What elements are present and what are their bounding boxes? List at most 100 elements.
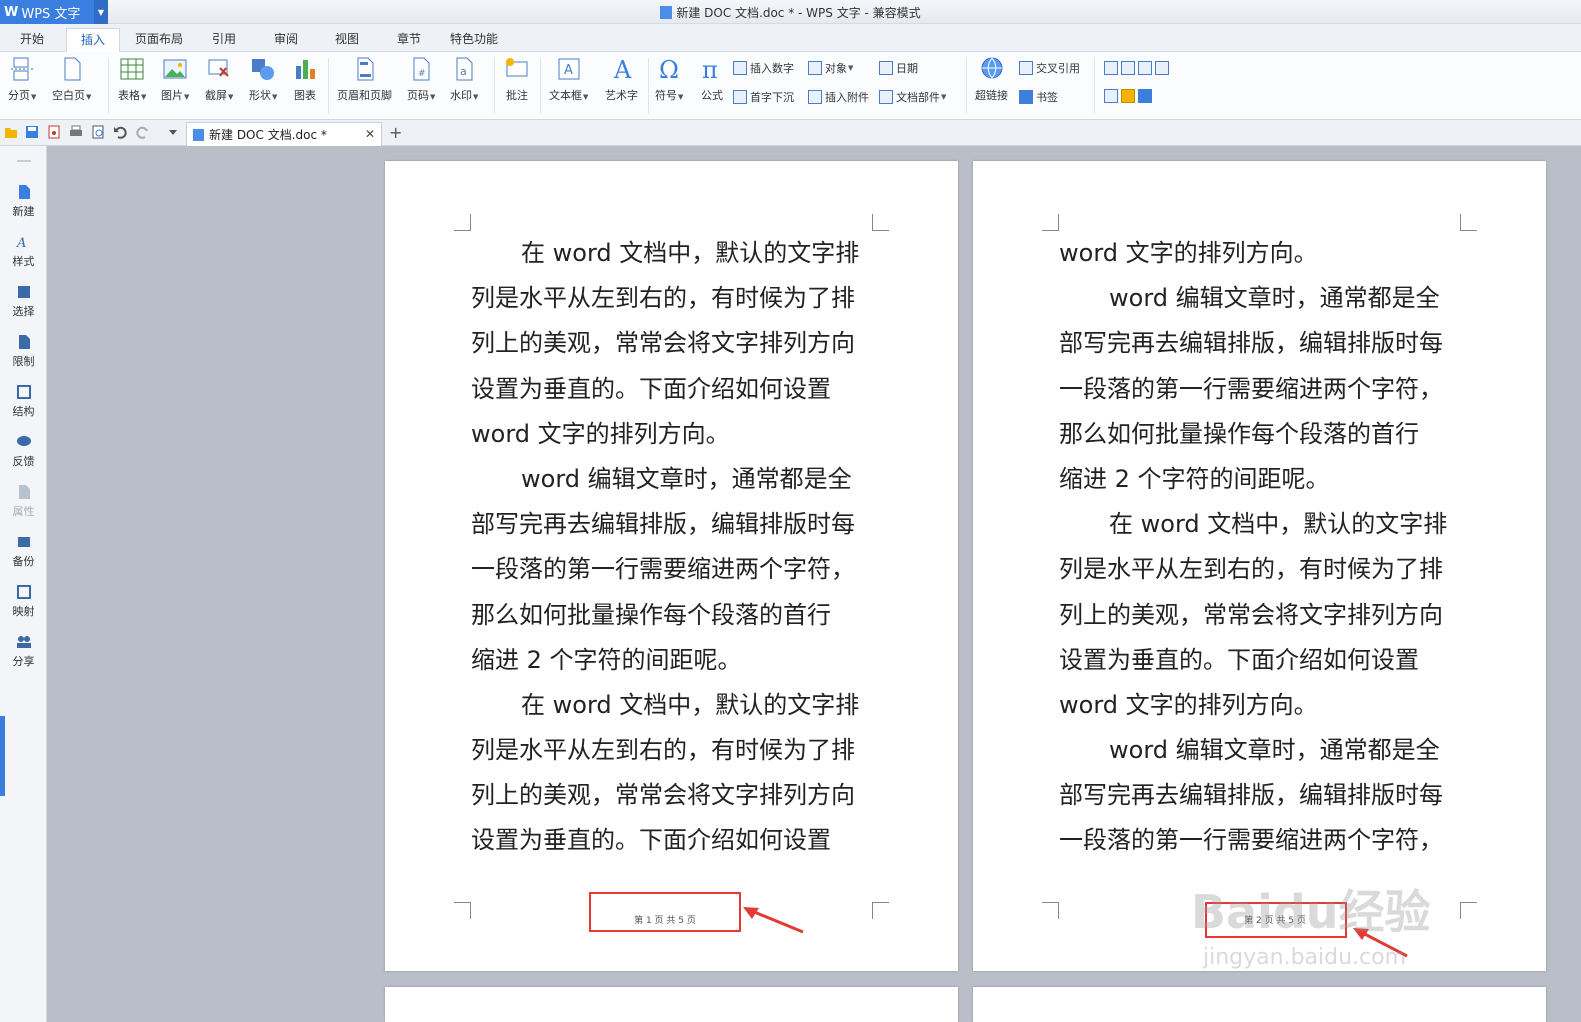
ribbon-separator — [966, 58, 967, 114]
page-number-button[interactable]: # 页码▼ — [407, 56, 435, 103]
form-dropdown-icon[interactable] — [1138, 61, 1152, 75]
text-line: word 编辑文章时，通常都是全 — [1109, 284, 1440, 313]
comment-button[interactable]: 批注 — [504, 56, 530, 103]
tab-review[interactable]: 审阅 — [274, 30, 298, 47]
form-frame-icon[interactable] — [1104, 89, 1118, 103]
page-number-label: 页码 — [407, 89, 429, 102]
cross-ref-button[interactable]: 交叉引用 — [1019, 60, 1080, 76]
annotation-highlight-box — [589, 892, 741, 932]
text-line: 那么如何批量操作每个段落的首行 — [471, 600, 831, 629]
sidebar-item-select[interactable]: 选择 — [0, 284, 47, 319]
wordart-button[interactable]: A 艺术字 — [605, 56, 638, 103]
sidebar-item-properties[interactable]: 属性 — [0, 484, 47, 519]
cross-ref-icon — [1019, 61, 1033, 75]
document-page-4[interactable] — [973, 987, 1546, 1022]
print-preview-icon[interactable] — [91, 125, 105, 139]
text-line: 那么如何批量操作每个段落的首行 — [1059, 419, 1419, 448]
app-menu-dropdown-icon[interactable]: ▼ — [94, 0, 108, 24]
sidebar-item-backup[interactable]: 备份 — [0, 534, 47, 569]
tab-start[interactable]: 开始 — [20, 30, 44, 47]
sidebar-item-label: 备份 — [12, 555, 35, 568]
app-menu-button[interactable]: W WPS 文字 ▼ — [0, 0, 108, 24]
document-page-3[interactable] — [385, 987, 958, 1022]
sidebar-item-style[interactable]: A 样式 — [0, 234, 47, 269]
formula-button[interactable]: π 公式 — [699, 56, 725, 103]
export-pdf-icon[interactable] — [47, 125, 61, 139]
form-field-icon[interactable] — [1155, 61, 1169, 75]
margin-mark — [454, 902, 471, 919]
customize-toolbar-icon[interactable] — [166, 125, 180, 139]
ribbon-tabs: 开始 插入 页面布局 引用 审阅 视图 章节 特色功能 — [0, 24, 1581, 54]
omega-icon: Ω — [656, 56, 682, 84]
drop-cap-button[interactable]: 首字下沉 — [733, 89, 794, 105]
sidebar-item-map[interactable]: 映射 — [0, 584, 47, 619]
text-line: word 文字的排列方向。 — [1059, 239, 1318, 267]
form-checkbox-icon[interactable] — [1121, 61, 1135, 75]
tab-special-features[interactable]: 特色功能 — [450, 30, 498, 47]
table-icon — [119, 56, 145, 82]
left-sidebar: 新建 A 样式 选择 限制 结构 反馈 属性 备份 映射 分享 — [0, 146, 47, 1022]
sidebar-item-share[interactable]: 分享 — [0, 634, 47, 669]
wordart-label: 艺术字 — [605, 89, 638, 102]
picture-button[interactable]: 图片▼ — [161, 56, 189, 103]
save-icon[interactable] — [25, 125, 39, 139]
doc-parts-button[interactable]: 文档部件 ▼ — [879, 89, 946, 105]
date-button[interactable]: 日期 — [879, 60, 918, 76]
bookmark-button[interactable]: 书签 — [1019, 89, 1058, 105]
text-line: 设置为垂直的。下面介绍如何设置 — [1059, 645, 1419, 674]
header-footer-button[interactable]: 页眉和页脚 — [337, 56, 392, 103]
shape-button[interactable]: 形状▼ — [249, 56, 277, 103]
object-button[interactable]: 对象 ▼ — [808, 60, 853, 76]
text-line: 部写完再去编辑排版，编辑排版时每 — [1059, 781, 1443, 810]
sidebar-item-new[interactable]: 新建 — [0, 184, 47, 219]
print-icon[interactable] — [69, 125, 83, 139]
feedback-icon — [16, 436, 31, 446]
restrict-icon — [18, 335, 30, 349]
document-page-1[interactable]: 在 word 文档中，默认的文字排 列是水平从左到右的，有时候为了排 列上的美观… — [385, 161, 958, 971]
blank-page-button[interactable]: 空白页▼ — [52, 56, 91, 103]
open-folder-icon[interactable] — [4, 125, 18, 139]
tab-insert[interactable]: 插入 — [66, 28, 121, 54]
page-break-button[interactable]: 分页▼ — [8, 56, 36, 103]
sidebar-grip[interactable] — [17, 160, 31, 162]
eraser-icon[interactable] — [1121, 89, 1135, 103]
pi-icon: π — [699, 56, 725, 84]
close-tab-icon[interactable]: ✕ — [365, 127, 375, 141]
form-text-field-icon[interactable] — [1104, 61, 1118, 75]
sidebar-item-feedback[interactable]: 反馈 — [0, 434, 47, 469]
tab-page-layout[interactable]: 页面布局 — [135, 30, 183, 47]
tab-references[interactable]: 引用 — [212, 30, 236, 47]
chart-button[interactable]: 图表 — [292, 56, 318, 103]
screenshot-button[interactable]: 截屏▼ — [205, 56, 233, 103]
sidebar-item-restrict[interactable]: 限制 — [0, 334, 47, 369]
insert-number-button[interactable]: 插入数字 — [733, 60, 794, 76]
hyperlink-button[interactable]: 超链接 — [975, 56, 1008, 103]
insert-attachment-button[interactable]: 插入附件 — [808, 89, 869, 105]
tab-view[interactable]: 视图 — [335, 30, 359, 47]
share-users-icon — [16, 636, 31, 648]
document-page-2[interactable]: word 文字的排列方向。 word 编辑文章时，通常都是全 部写完再去编辑排版… — [973, 161, 1546, 971]
picture-icon — [162, 56, 188, 82]
text-line: 一段落的第一行需要缩进两个字符， — [1059, 826, 1443, 855]
form-controls-row-1 — [1104, 61, 1172, 75]
new-tab-icon[interactable]: + — [389, 123, 402, 142]
undo-icon[interactable] — [113, 125, 127, 139]
symbol-button[interactable]: Ω 符号▼ — [655, 56, 683, 103]
document-tab[interactable]: 新建 DOC 文档.doc * ✕ — [186, 122, 382, 146]
date-label: 日期 — [896, 62, 918, 75]
page-2-body[interactable]: word 文字的排列方向。 word 编辑文章时，通常都是全 部写完再去编辑排版… — [1059, 231, 1464, 864]
app-name: WPS 文字 — [21, 6, 81, 22]
screenshot-icon — [206, 56, 232, 82]
lock-icon[interactable] — [1138, 89, 1152, 103]
table-button[interactable]: 表格▼ — [118, 56, 146, 103]
textbox-button[interactable]: A 文本框▼ — [549, 56, 588, 103]
page-1-body[interactable]: 在 word 文档中，默认的文字排 列是水平从左到右的，有时候为了排 列上的美观… — [471, 231, 876, 864]
sidebar-item-structure[interactable]: 结构 — [0, 384, 47, 419]
watermark-button[interactable]: a 水印▼ — [450, 56, 478, 103]
text-line: 在 word 文档中，默认的文字排 — [521, 239, 860, 267]
doc-file-icon — [193, 128, 204, 141]
ribbon-separator — [108, 58, 109, 114]
redo-icon[interactable] — [136, 125, 150, 139]
margin-mark — [454, 214, 471, 231]
tab-chapter[interactable]: 章节 — [397, 30, 421, 47]
